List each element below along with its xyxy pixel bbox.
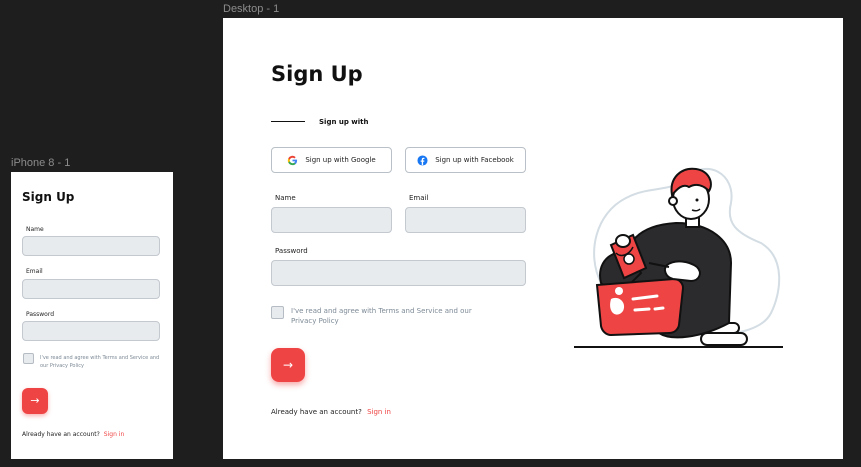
agree-text: I've read and agree with Terms and Servi… (291, 307, 472, 325)
arrow-right-icon: → (282, 358, 294, 372)
google-button-label: Sign up with Google (305, 156, 376, 164)
agree-text: I've read and agree with Terms and Servi… (40, 355, 160, 369)
already-text: Already have an account? (271, 408, 362, 416)
submit-button[interactable]: → (22, 388, 48, 414)
google-signup-button[interactable]: Sign up with Google (271, 147, 392, 173)
google-icon (288, 155, 298, 165)
divider (271, 121, 305, 122)
already-text: Already have an account? (22, 431, 100, 438)
signin-prompt: Already have an account? Sign in (22, 431, 124, 438)
email-field[interactable] (405, 207, 526, 233)
submit-button[interactable]: → (271, 348, 305, 382)
password-label: Password (26, 311, 55, 318)
name-input[interactable] (271, 207, 392, 233)
name-label: Name (26, 226, 44, 233)
name-label: Name (275, 194, 296, 202)
email-label: Email (26, 268, 43, 275)
page-title: Sign Up (22, 190, 75, 204)
mobile-signup-frame: Sign Up Name Email Password I've read an… (11, 172, 173, 459)
password-field[interactable] (22, 321, 160, 341)
password-label: Password (275, 247, 308, 255)
signin-link[interactable]: Sign in (104, 431, 124, 438)
facebook-signup-button[interactable]: Sign up with Facebook (405, 147, 526, 173)
person-with-laptop-illustration (574, 167, 783, 348)
signin-link[interactable]: Sign in (367, 408, 391, 416)
password-field[interactable] (271, 260, 526, 286)
desktop-frame-label: Desktop - 1 (223, 3, 280, 15)
email-label: Email (409, 194, 429, 202)
page-title: Sign Up (271, 62, 363, 86)
facebook-icon (417, 154, 428, 166)
email-field[interactable] (22, 279, 160, 299)
agree-checkbox[interactable] (23, 353, 34, 364)
facebook-button-label: Sign up with Facebook (435, 156, 514, 164)
arrow-right-icon: → (30, 394, 40, 407)
signup-with-label: Sign up with (319, 118, 369, 126)
signin-prompt: Already have an account? Sign in (271, 408, 391, 416)
iphone-frame-label: iPhone 8 - 1 (11, 157, 71, 169)
desktop-signup-frame: Sign Up Sign up with Sign up with Google… (223, 18, 843, 459)
name-input[interactable] (22, 236, 160, 256)
agree-checkbox[interactable] (271, 306, 284, 319)
